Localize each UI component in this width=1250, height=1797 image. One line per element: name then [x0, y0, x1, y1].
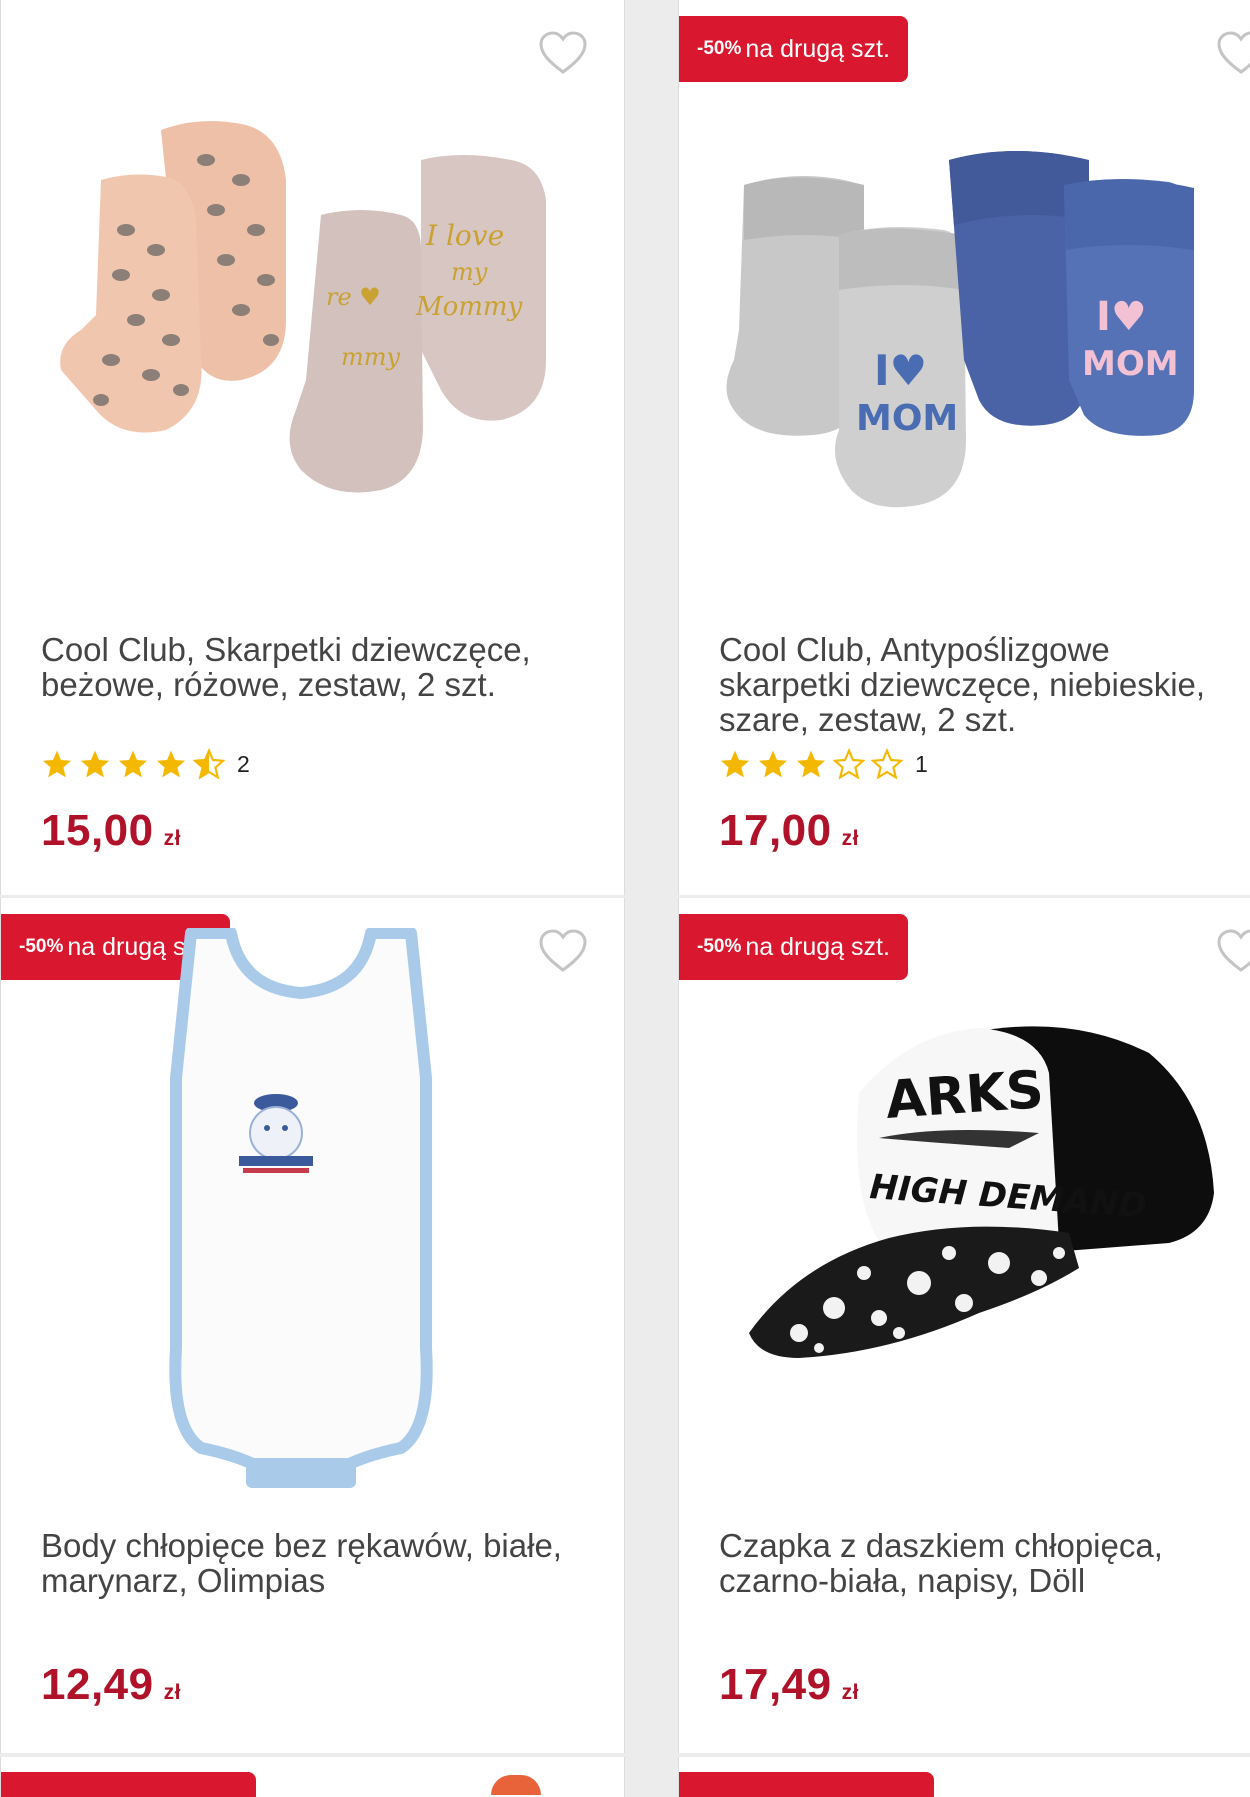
star-full-icon [759, 750, 787, 778]
price-value: 17,49 [719, 1660, 832, 1709]
product-image[interactable] [151, 928, 451, 1498]
sock-print-text: I♥ [874, 346, 927, 395]
product-image-partial [491, 1775, 541, 1795]
sock-print-text: I♥ [1096, 294, 1147, 340]
sock-print-text: mmy [341, 343, 401, 371]
sock-print-text: MOM [1082, 344, 1179, 384]
star-full-icon [119, 750, 147, 778]
rating-stars: 2 [41, 748, 250, 780]
review-count: 1 [915, 750, 928, 777]
product-title[interactable]: Body chłopięce bez rękawów, białe, maryn… [41, 1528, 601, 1598]
product-image[interactable]: ARKS HIGH DEMAND [739, 1013, 1239, 1413]
sock-print-text: my [451, 258, 488, 286]
star-full-icon [721, 750, 749, 778]
star-full-icon [81, 750, 109, 778]
star-empty-icon [833, 748, 865, 780]
star-full-icon [43, 750, 71, 778]
price-value: 17,00 [719, 806, 832, 855]
price-value: 15,00 [41, 806, 154, 855]
product-price: 17,00 zł [719, 806, 859, 856]
promo-badge-text: na drugą szt. [745, 932, 890, 961]
product-title[interactable]: Cool Club, Antypoślizgowe skarpetki dzie… [719, 632, 1239, 737]
heart-icon[interactable] [538, 30, 588, 76]
product-price: 12,49 zł [41, 1660, 181, 1710]
product-card[interactable] [0, 1757, 625, 1797]
review-count: 2 [237, 750, 250, 777]
promo-badge: -50% na drugą szt. [679, 914, 908, 980]
product-card[interactable] [678, 1757, 1250, 1797]
promo-badge-percent: -50% [19, 936, 64, 957]
price-value: 12,49 [41, 1660, 154, 1709]
product-title[interactable]: Czapka z daszkiem chłopięca, czarno-biał… [719, 1528, 1239, 1598]
promo-badge: -50% na drugą szt. [679, 16, 908, 82]
currency-label: zł [163, 827, 181, 850]
product-image[interactable]: I love my Mommy re ♥ mmy [41, 110, 601, 510]
currency-label: zł [163, 1681, 181, 1704]
promo-badge-text: na drugą szt. [745, 34, 890, 63]
promo-badge [1, 1772, 256, 1797]
sock-print-text: I love [425, 219, 504, 252]
product-price: 15,00 zł [41, 806, 181, 856]
sock-print-text: MOM [856, 398, 958, 439]
sock-print-text: re ♥ [326, 283, 381, 311]
product-card[interactable]: -50% na drugą szt. I♥ MOM I♥ MOM Cool Clu… [678, 0, 1250, 895]
heart-icon[interactable] [1216, 928, 1250, 974]
currency-label: zł [841, 1681, 859, 1704]
sock-print-text: Mommy [415, 292, 523, 322]
product-title[interactable]: Cool Club, Skarpetki dziewczęce, beżowe,… [41, 632, 601, 702]
promo-badge-percent: -50% [697, 936, 742, 957]
heart-icon[interactable] [538, 928, 588, 974]
cap-print-text: ARKS [884, 1060, 1046, 1131]
star-full-icon [157, 750, 185, 778]
heart-icon[interactable] [1216, 30, 1250, 76]
star-empty-icon [871, 748, 903, 780]
rating-stars: 1 [719, 748, 928, 780]
product-card[interactable]: -50% na drugą szt. ARKS HIGH DEMAND Czapk… [678, 898, 1250, 1753]
promo-badge-percent: -50% [697, 38, 742, 59]
star-half-icon [193, 748, 225, 780]
product-card[interactable]: I love my Mommy re ♥ mmy Cool Club, Skar… [0, 0, 625, 895]
product-price: 17,49 zł [719, 1660, 859, 1710]
promo-badge [679, 1772, 934, 1797]
star-full-icon [797, 750, 825, 778]
currency-label: zł [841, 827, 859, 850]
product-card[interactable]: -50% na drugą szt. Body chłopięce bez ręk… [0, 898, 625, 1753]
product-image[interactable]: I♥ MOM I♥ MOM [714, 130, 1214, 530]
